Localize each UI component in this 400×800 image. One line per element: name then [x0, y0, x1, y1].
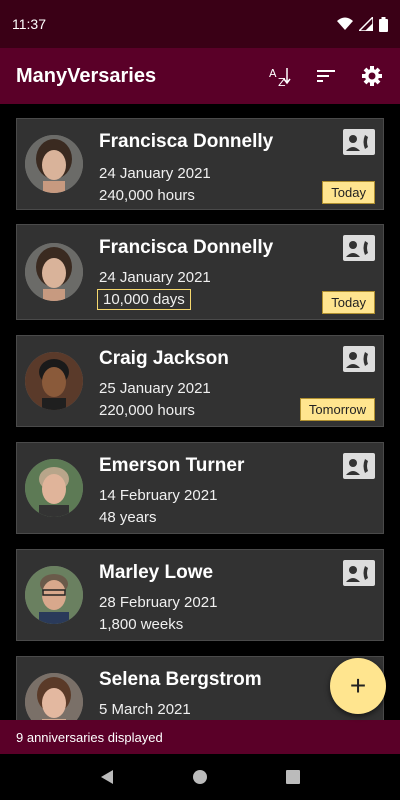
avatar — [25, 135, 83, 193]
anniversary-count: 9 anniversaries displayed — [16, 729, 163, 745]
avatar — [25, 673, 83, 720]
add-anniversary-button[interactable]: + — [330, 658, 386, 714]
anniversary-list[interactable]: Francisca Donnelly 24 January 2021 240,0… — [0, 104, 400, 720]
anniversary-date: 14 February 2021 — [99, 487, 218, 504]
anniversary-duration: 220,000 hours — [99, 402, 195, 419]
anniversary-card[interactable]: Francisca Donnelly 24 January 2021 10,00… — [16, 224, 384, 320]
contact-phone-icon[interactable] — [343, 346, 375, 372]
person-name: Francisca Donnelly — [99, 237, 274, 258]
avatar — [25, 352, 83, 410]
anniversary-card[interactable]: Marley Lowe 28 February 2021 1,800 weeks — [16, 549, 384, 641]
anniversary-card[interactable]: Emerson Turner 14 February 2021 48 years — [16, 442, 384, 534]
status-badge: Today — [322, 181, 375, 204]
signal-icon — [359, 17, 373, 31]
person-name: Selena Bergstrom — [99, 669, 262, 690]
status-time: 11:37 — [12, 16, 46, 32]
contact-phone-icon[interactable] — [343, 235, 375, 261]
person-name: Francisca Donnelly — [99, 131, 274, 152]
system-nav-bar — [0, 754, 400, 800]
gear-icon[interactable] — [360, 64, 384, 88]
plus-icon: + — [349, 670, 367, 701]
status-badge: Tomorrow — [299, 398, 375, 421]
back-icon[interactable] — [99, 769, 115, 785]
contact-phone-icon[interactable] — [343, 453, 375, 479]
anniversary-duration: 1,800 weeks — [99, 616, 184, 633]
recents-icon[interactable] — [285, 769, 301, 785]
anniversary-card[interactable]: Selena Bergstrom 5 March 2021 — [16, 656, 384, 720]
wifi-icon — [337, 17, 353, 30]
anniversary-date: 28 February 2021 — [99, 594, 218, 611]
avatar — [25, 566, 83, 624]
anniversary-duration: 10,000 days — [97, 289, 191, 310]
anniversary-date: 25 January 2021 — [99, 380, 211, 397]
person-name: Emerson Turner — [99, 455, 245, 476]
anniversary-date: 24 January 2021 — [99, 269, 211, 286]
avatar — [25, 243, 83, 301]
person-name: Marley Lowe — [99, 562, 214, 583]
home-icon[interactable] — [192, 769, 208, 785]
battery-icon — [379, 16, 388, 32]
anniversary-card[interactable]: Francisca Donnelly 24 January 2021 240,0… — [16, 118, 384, 210]
app-title: ManyVersaries — [16, 64, 157, 87]
app-actions: AZ — [268, 64, 384, 88]
sort-icon[interactable] — [314, 64, 338, 88]
svg-text:A: A — [269, 67, 277, 80]
footer-status: 9 anniversaries displayed — [0, 720, 400, 754]
sort-alphabetical-icon[interactable]: AZ — [268, 64, 292, 88]
avatar — [25, 459, 83, 517]
anniversary-duration: 48 years — [99, 509, 157, 526]
svg-text:Z: Z — [278, 76, 286, 88]
status-badge: Today — [322, 291, 375, 314]
contact-phone-icon[interactable] — [343, 129, 375, 155]
anniversary-card[interactable]: Craig Jackson 25 January 2021 220,000 ho… — [16, 335, 384, 427]
contact-phone-icon[interactable] — [343, 560, 375, 586]
person-name: Craig Jackson — [99, 348, 229, 369]
anniversary-date: 24 January 2021 — [99, 165, 211, 182]
app-bar: ManyVersaries AZ — [0, 48, 400, 104]
status-bar: 11:37 — [0, 0, 400, 48]
status-icons — [337, 16, 388, 32]
anniversary-duration: 240,000 hours — [99, 187, 195, 204]
anniversary-date: 5 March 2021 — [99, 701, 191, 718]
